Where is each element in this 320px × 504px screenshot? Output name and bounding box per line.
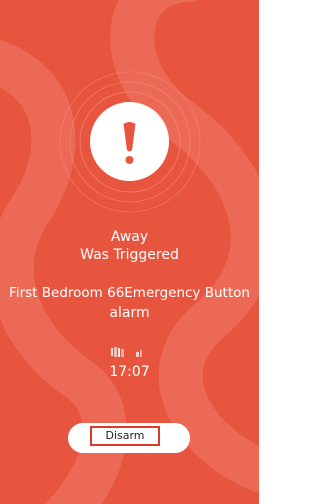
- garbled-glyph: [111, 347, 142, 357]
- alarm-mode-text: Away: [110, 229, 149, 245]
- alarm-status-text: Was Triggered: [80, 247, 179, 263]
- exclamation-alert-icon: [90, 102, 169, 181]
- disarm-button[interactable]: Disarm: [68, 423, 190, 453]
- alarm-time: 17:07: [109, 364, 150, 380]
- device-name-text: First Bedroom 66Emergency Button: [9, 285, 250, 301]
- alarm-screen: Away Was Triggered First Bedroom 66Emerg…: [0, 0, 259, 504]
- device-event-text: alarm: [109, 305, 150, 321]
- disarm-button-label: Disarm: [90, 426, 160, 446]
